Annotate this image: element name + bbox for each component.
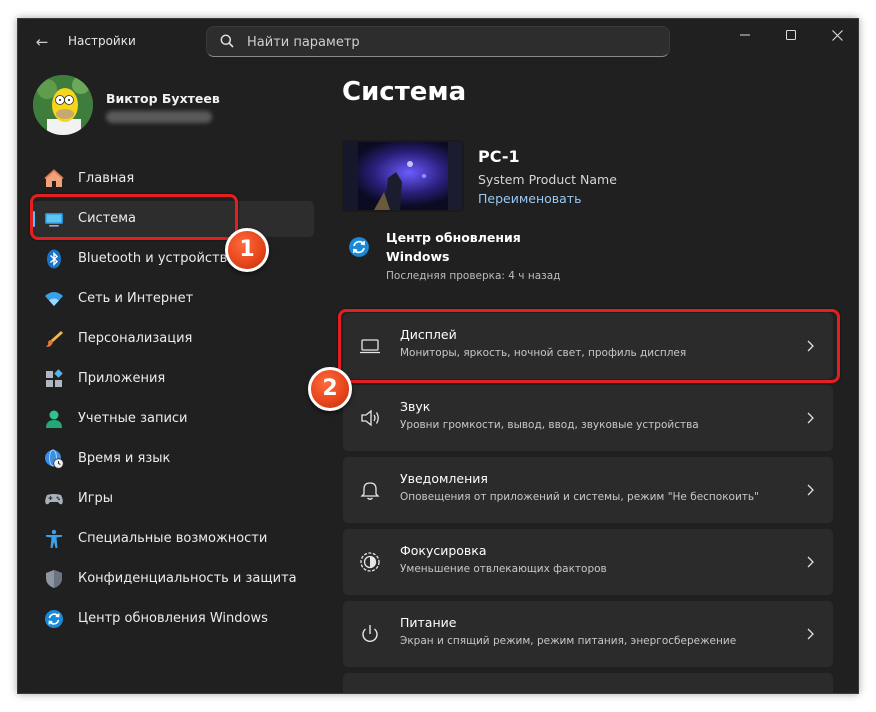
sidebar-item-gaming[interactable]: Игры xyxy=(32,481,314,517)
sidebar-item-accounts[interactable]: Учетные записи xyxy=(32,401,314,437)
chevron-right-icon xyxy=(807,484,814,496)
shield-icon xyxy=(46,570,62,588)
sidebar-item-label: Игры xyxy=(78,491,114,506)
sidebar-item-windows-update[interactable]: Центр обновления Windows xyxy=(32,601,314,637)
sidebar-item-bluetooth[interactable]: Bluetooth и устройства xyxy=(32,241,314,277)
sidebar-item-label: Время и язык xyxy=(78,451,171,466)
step-badge-1: 1 xyxy=(225,228,269,272)
account-icon xyxy=(46,410,62,428)
card-focus[interactable]: Фокусировка Уменьшение отвлекающих факто… xyxy=(343,529,833,595)
home-icon xyxy=(44,169,64,187)
device-name: PC-1 xyxy=(478,147,520,166)
card-title: Фокусировка xyxy=(400,543,487,558)
device-model: System Product Name xyxy=(478,172,617,187)
card-power[interactable]: Питание Экран и спящий режим, режим пита… xyxy=(343,601,833,667)
speaker-icon xyxy=(361,409,379,427)
sidebar-item-label: Приложения xyxy=(78,371,166,386)
apps-icon xyxy=(46,369,63,387)
brush-icon xyxy=(46,331,63,347)
app-title: Настройки xyxy=(68,34,136,48)
rename-link[interactable]: Переименовать xyxy=(478,191,581,206)
page-title: Система xyxy=(342,77,467,107)
chevron-right-icon xyxy=(807,412,814,424)
card-title: Питание xyxy=(400,615,457,630)
sidebar-item-accessibility[interactable]: Специальные возможности xyxy=(32,521,314,557)
card-sound[interactable]: Звук Уровни громкости, вывод, ввод, звук… xyxy=(343,385,833,451)
focus-icon xyxy=(360,552,380,572)
avatar[interactable] xyxy=(33,75,93,135)
update-last-check: Последняя проверка: 4 ч назад xyxy=(386,270,561,282)
sidebar-item-network[interactable]: Сеть и Интернет xyxy=(32,281,314,317)
card-notifications[interactable]: Уведомления Оповещения от приложений и с… xyxy=(343,457,833,523)
sidebar-item-label: Учетные записи xyxy=(78,411,188,426)
sidebar-item-label: Центр обновления Windows xyxy=(78,611,268,626)
sidebar-item-home[interactable]: Главная xyxy=(32,161,314,197)
sidebar-item-label: Главная xyxy=(78,171,135,186)
back-arrow-icon[interactable]: ← xyxy=(32,32,52,52)
accessibility-icon xyxy=(46,529,62,548)
power-icon xyxy=(362,625,378,643)
card-title: Уведомления xyxy=(400,471,488,486)
sidebar-item-privacy[interactable]: Конфиденциальность и защита xyxy=(32,561,314,597)
wifi-icon xyxy=(45,292,63,306)
sidebar-item-time-language[interactable]: Время и язык xyxy=(32,441,314,477)
gamepad-icon xyxy=(45,494,63,505)
user-name: Виктор Бухтеев xyxy=(106,91,220,106)
step-badge-2: 2 xyxy=(308,367,352,411)
bluetooth-icon xyxy=(47,249,61,269)
sidebar-item-apps[interactable]: Приложения xyxy=(32,361,314,397)
card-next-partial[interactable] xyxy=(343,673,833,693)
card-title: Звук xyxy=(400,399,431,414)
windows-update-icon xyxy=(349,237,369,257)
sidebar-item-label: Конфиденциальность и защита xyxy=(78,571,297,586)
sidebar-item-label: Персонализация xyxy=(78,331,193,346)
sidebar-item-label: Специальные возможности xyxy=(78,531,268,546)
highlight-display-card xyxy=(338,309,840,383)
card-subtitle: Оповещения от приложений и системы, режи… xyxy=(400,491,759,503)
device-wallpaper-thumbnail xyxy=(342,140,464,212)
update-icon xyxy=(45,610,63,628)
globe-clock-icon xyxy=(45,449,64,469)
highlight-system-item xyxy=(30,194,238,240)
sidebar-item-label: Bluetooth и устройства xyxy=(78,251,236,266)
settings-window: ← Настройки Найти параметр Виктор Бухтее… xyxy=(17,18,859,694)
card-subtitle: Уменьшение отвлекающих факторов xyxy=(400,563,607,575)
card-subtitle: Уровни громкости, вывод, ввод, звуковые … xyxy=(400,419,699,431)
search-icon xyxy=(220,34,234,48)
windows-update-link[interactable]: Центр обновления Windows xyxy=(386,228,556,266)
sidebar-item-personalization[interactable]: Персонализация xyxy=(32,321,314,357)
bell-icon xyxy=(360,482,380,500)
sidebar-item-label: Сеть и Интернет xyxy=(78,291,194,306)
chevron-right-icon xyxy=(807,556,814,568)
user-email-blurred xyxy=(106,111,212,123)
card-subtitle: Экран и спящий режим, режим питания, эне… xyxy=(400,635,737,647)
chevron-right-icon xyxy=(807,628,814,640)
